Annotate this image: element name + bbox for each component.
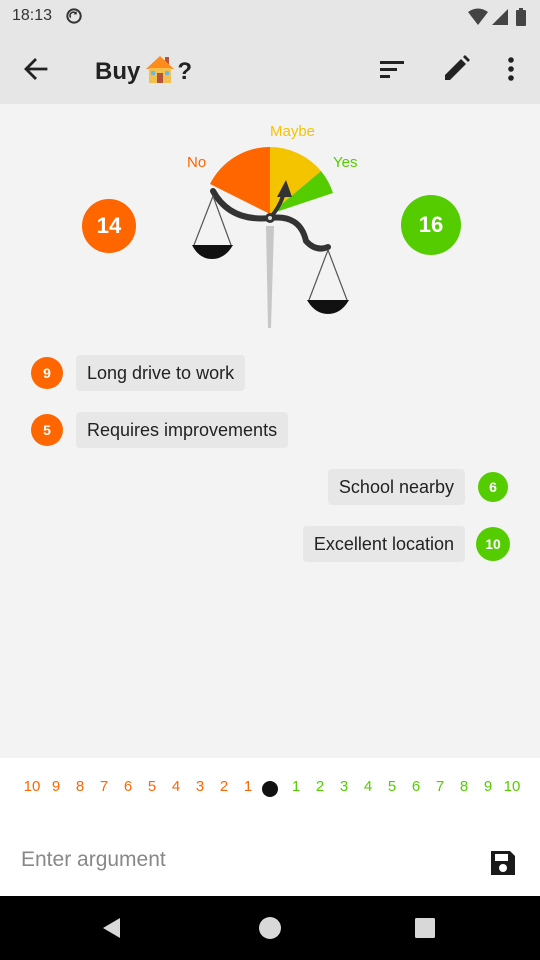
main-content: 14 16 Maybe No Yes 9 Long drive to work … [0,104,540,758]
weight-option-yes[interactable]: 2 [316,778,324,795]
weight-option-yes[interactable]: 7 [436,778,444,795]
weight-option-no[interactable]: 5 [148,778,156,795]
more-vert-icon[interactable] [491,49,531,89]
argument-item[interactable]: School nearby 6 [300,469,510,505]
argument-weight-badge: 10 [476,527,510,561]
argument-entry-panel: 10 9 8 7 6 5 4 3 2 1 1 2 3 4 5 6 7 8 9 1… [0,758,540,896]
page-title: Buy ? [95,54,192,86]
argument-text: School nearby [327,469,465,505]
argument-weight-badge: 6 [478,472,508,502]
argument-text: Long drive to work [76,355,246,391]
edit-icon[interactable] [436,49,476,89]
house-emoji-icon [146,56,175,83]
back-triangle-icon[interactable] [96,912,128,944]
weight-option-yes[interactable]: 4 [364,778,372,795]
argument-text: Excellent location [302,526,465,562]
system-nav-bar [0,896,540,960]
argument-weight-badge: 5 [31,414,63,446]
recents-square-icon[interactable] [409,912,441,944]
weight-option-no[interactable]: 2 [220,778,228,795]
decision-scale-icon [192,146,349,328]
weight-neutral-dot[interactable] [262,781,278,797]
argument-item[interactable]: 5 Requires improvements [31,412,301,448]
weight-option-no[interactable]: 9 [52,778,60,795]
argument-text: Requires improvements [76,412,289,448]
argument-input[interactable] [21,842,451,878]
argument-item[interactable]: 9 Long drive to work [31,355,261,391]
status-bar: 18:13 [0,0,540,34]
weight-option-yes[interactable]: 6 [412,778,420,795]
weight-option-yes[interactable]: 3 [340,778,348,795]
weight-option-no[interactable]: 6 [124,778,132,795]
status-icons [468,8,526,26]
weight-option-yes[interactable]: 1 [292,778,300,795]
weight-selector: 10 9 8 7 6 5 4 3 2 1 1 2 3 4 5 6 7 8 9 1… [0,778,540,802]
argument-weight-badge: 9 [31,357,63,389]
weight-option-no[interactable]: 1 [244,778,252,795]
wifi-icon [468,8,488,25]
home-circle-icon[interactable] [254,912,286,944]
weight-option-no[interactable]: 8 [76,778,84,795]
yes-score-badge: 16 [401,195,461,255]
title-suffix: ? [177,58,193,85]
weight-option-yes[interactable]: 5 [388,778,396,795]
title-text: Buy [95,58,141,85]
signal-icon [492,9,508,25]
weight-option-no[interactable]: 7 [100,778,108,795]
argument-item[interactable]: Excellent location 10 [280,526,510,562]
sync-icon [66,8,82,24]
weight-option-no[interactable]: 10 [24,778,41,795]
weight-option-no[interactable]: 3 [196,778,204,795]
sort-icon[interactable] [372,49,412,89]
weight-option-yes[interactable]: 8 [460,778,468,795]
weight-option-yes[interactable]: 9 [484,778,492,795]
status-time: 18:13 [12,7,53,24]
battery-icon [516,8,526,26]
app-bar: Buy ? [0,34,540,104]
back-arrow-icon[interactable] [16,49,56,89]
weight-option-no[interactable]: 4 [172,778,180,795]
weight-option-yes[interactable]: 10 [504,778,521,795]
no-score-badge: 14 [82,199,136,253]
save-icon[interactable] [486,846,520,880]
